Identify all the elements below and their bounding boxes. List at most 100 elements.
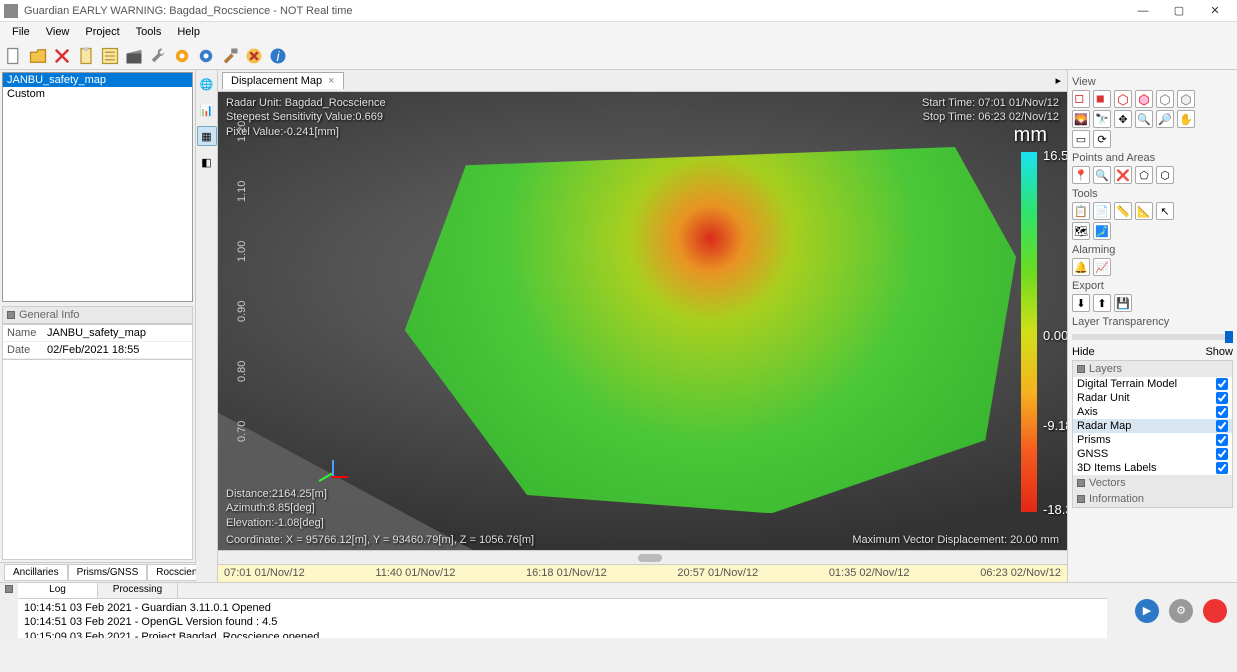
settings-button[interactable]: ⚙	[1169, 599, 1193, 623]
polygon-icon[interactable]: ⬠	[1135, 166, 1153, 184]
polygon-remove-icon[interactable]: ⬡	[1156, 166, 1174, 184]
vectors-header[interactable]: Vectors	[1073, 475, 1232, 491]
cancel-icon[interactable]	[244, 46, 264, 66]
menu-file[interactable]: File	[6, 24, 36, 40]
information-header[interactable]: Information	[1073, 491, 1232, 507]
clapperboard-icon[interactable]	[124, 46, 144, 66]
view-cube-4-icon[interactable]	[1135, 90, 1153, 108]
layer-item[interactable]: Prisms	[1073, 433, 1232, 447]
section-tools-header: Tools	[1072, 188, 1233, 200]
layer-checkbox[interactable]	[1216, 406, 1228, 418]
map-list[interactable]: JANBU_safety_map Custom	[2, 72, 193, 302]
layer-checkbox[interactable]	[1216, 420, 1228, 432]
axis-gizmo	[318, 460, 348, 490]
zoom-in-icon[interactable]: 🔍	[1135, 110, 1153, 128]
select-rect-icon[interactable]: ▭	[1072, 130, 1090, 148]
tool-2-icon[interactable]: 📄	[1093, 202, 1111, 220]
layer-checkbox[interactable]	[1216, 378, 1228, 390]
view-cube-6-icon[interactable]	[1177, 90, 1195, 108]
info-icon[interactable]: i	[268, 46, 288, 66]
hand-icon[interactable]: ✋	[1177, 110, 1195, 128]
app-icon	[4, 4, 18, 18]
layer-checkbox[interactable]	[1216, 448, 1228, 460]
clipboard-icon[interactable]	[76, 46, 96, 66]
3d-viewport[interactable]: 1.20 1.10 1.00 0.90 0.80 0.70 Radar Unit…	[218, 92, 1067, 550]
play-button[interactable]: ▶	[1135, 599, 1159, 623]
view-cube-2-icon[interactable]	[1093, 90, 1111, 108]
layer-checkbox[interactable]	[1216, 434, 1228, 446]
export-3-icon[interactable]: 💾	[1114, 294, 1132, 312]
tool-pointer-icon[interactable]: ↖	[1156, 202, 1174, 220]
layer-item[interactable]: 3D Items Labels	[1073, 461, 1232, 475]
tool-map-1-icon[interactable]: 🗺	[1072, 222, 1090, 240]
binoculars-icon[interactable]: 🔭	[1093, 110, 1111, 128]
layer-item[interactable]: Radar Unit	[1073, 391, 1232, 405]
layer-item[interactable]: Radar Map	[1073, 419, 1232, 433]
alarm-1-icon[interactable]: 🔔	[1072, 258, 1090, 276]
maximize-button[interactable]: ▢	[1161, 1, 1197, 21]
close-button[interactable]: ✕	[1197, 1, 1233, 21]
menu-project[interactable]: Project	[79, 24, 125, 40]
new-icon[interactable]	[4, 46, 24, 66]
tab-ancillaries[interactable]: Ancillaries	[4, 564, 68, 581]
pin-remove-icon[interactable]: ❌	[1114, 166, 1132, 184]
pan-icon[interactable]: ✥	[1114, 110, 1132, 128]
tab-overflow-icon[interactable]: ▸	[1049, 74, 1067, 87]
alarm-2-icon[interactable]: 📈	[1093, 258, 1111, 276]
log-collapse-button[interactable]	[0, 583, 18, 638]
log-tab-log[interactable]: Log	[18, 583, 98, 598]
log-tab-processing[interactable]: Processing	[98, 583, 178, 598]
overlay-top-left: Radar Unit: Bagdad_Rocscience Steepest S…	[226, 96, 386, 139]
tool-1-icon[interactable]: 📋	[1072, 202, 1090, 220]
map-list-item[interactable]: Custom	[3, 87, 192, 101]
tool-map-2-icon[interactable]: 🗾	[1093, 222, 1111, 240]
layer-item[interactable]: Axis	[1073, 405, 1232, 419]
timeline[interactable]: 07:01 01/Nov/12 11:40 01/Nov/12 16:18 01…	[218, 564, 1067, 582]
tool-3-icon[interactable]: 📏	[1114, 202, 1132, 220]
view-mode-strip: 🌐 📊 ▦ ◧	[196, 70, 218, 582]
minimize-button[interactable]: —	[1125, 1, 1161, 21]
transparency-slider[interactable]	[1072, 334, 1233, 340]
layers-icon[interactable]: 📊	[197, 100, 217, 120]
refresh-icon[interactable]: ⟳	[1093, 130, 1111, 148]
layer-item[interactable]: GNSS	[1073, 447, 1232, 461]
layers-header[interactable]: Layers	[1073, 361, 1232, 377]
zoom-out-icon[interactable]: 🔎	[1156, 110, 1174, 128]
view-cube-5-icon[interactable]	[1156, 90, 1174, 108]
pin-search-icon[interactable]: 🔍	[1093, 166, 1111, 184]
record-button[interactable]	[1203, 599, 1227, 623]
properties-icon[interactable]	[100, 46, 120, 66]
layer-item[interactable]: Digital Terrain Model	[1073, 377, 1232, 391]
terrain-icon[interactable]: 🌄	[1072, 110, 1090, 128]
gear-orange-icon[interactable]	[172, 46, 192, 66]
delete-icon[interactable]	[52, 46, 72, 66]
tab-prisms-gnss[interactable]: Prisms/GNSS	[68, 564, 148, 581]
tab-close-icon[interactable]: ×	[328, 75, 334, 87]
horizontal-scrollbar[interactable]	[218, 550, 1067, 564]
marker-icon[interactable]: ◧	[197, 152, 217, 172]
export-1-icon[interactable]: ⬇	[1072, 294, 1090, 312]
layer-checkbox[interactable]	[1216, 462, 1228, 474]
export-2-icon[interactable]: ⬆	[1093, 294, 1111, 312]
grid-icon[interactable]: ▦	[197, 126, 217, 146]
pin-add-icon[interactable]: 📍	[1072, 166, 1090, 184]
menu-view[interactable]: View	[40, 24, 76, 40]
tab-displacement-map[interactable]: Displacement Map ×	[222, 72, 344, 89]
section-view-header: View	[1072, 76, 1233, 88]
menu-tools[interactable]: Tools	[130, 24, 168, 40]
hammer-icon[interactable]	[220, 46, 240, 66]
tool-4-icon[interactable]: 📐	[1135, 202, 1153, 220]
open-icon[interactable]	[28, 46, 48, 66]
map-list-item[interactable]: JANBU_safety_map	[3, 73, 192, 87]
general-info-grid: NameJANBU_safety_map Date02/Feb/2021 18:…	[2, 324, 193, 360]
menu-help[interactable]: Help	[171, 24, 206, 40]
overlay-bottom-left: Distance:2164.25[m] Azimuth:8.85[deg] El…	[226, 487, 327, 530]
view-cube-1-icon[interactable]	[1072, 90, 1090, 108]
layer-checkbox[interactable]	[1216, 392, 1228, 404]
globe-icon[interactable]: 🌐	[197, 74, 217, 94]
general-info-header[interactable]: General Info	[2, 306, 193, 324]
wrench-icon[interactable]	[148, 46, 168, 66]
gear-blue-icon[interactable]	[196, 46, 216, 66]
left-bottom-tabs: Ancillaries Prisms/GNSS Rocscience ◂▸	[0, 562, 195, 582]
view-cube-3-icon[interactable]	[1114, 90, 1132, 108]
